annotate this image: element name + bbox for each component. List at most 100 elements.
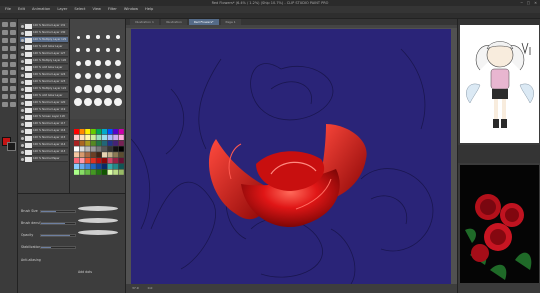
color-swatch[interactable] <box>74 169 79 175</box>
tool-icon[interactable] <box>10 86 16 91</box>
color-swatch[interactable] <box>102 140 107 146</box>
color-swatch[interactable] <box>74 163 79 169</box>
brush-size-preset[interactable] <box>96 35 100 39</box>
eye-icon[interactable] <box>21 129 24 133</box>
fill-icon[interactable] <box>10 30 16 35</box>
eye-icon[interactable] <box>21 38 24 42</box>
eye-icon[interactable] <box>21 143 24 147</box>
pen-icon[interactable] <box>2 22 8 27</box>
color-swatch[interactable] <box>118 169 124 175</box>
brush-size-preset[interactable] <box>84 85 92 93</box>
color-swatch[interactable] <box>74 146 79 152</box>
brush-size-preset[interactable] <box>104 85 112 93</box>
add-dots-label[interactable]: Add dots <box>78 270 92 274</box>
tool-icon[interactable] <box>2 94 8 99</box>
color-swatch[interactable] <box>79 152 85 158</box>
color-swatch[interactable] <box>90 146 96 152</box>
color-swatch[interactable] <box>96 146 102 152</box>
density-slider[interactable] <box>40 222 76 225</box>
color-swatch[interactable] <box>118 152 124 158</box>
color-swatch[interactable] <box>118 134 124 140</box>
color-swatch[interactable] <box>113 134 119 140</box>
brush-size-preset[interactable] <box>95 47 101 53</box>
color-swatch[interactable] <box>107 146 113 152</box>
layer-row[interactable]: 100 % Normal Paper <box>20 156 68 162</box>
layer-row[interactable]: 100 % Multiply Layer 129 <box>20 37 68 43</box>
eye-icon[interactable] <box>21 31 24 35</box>
color-swatch[interactable] <box>79 169 85 175</box>
color-swatch[interactable] <box>96 134 102 140</box>
brush-icon[interactable] <box>10 22 16 27</box>
color-swatch[interactable] <box>113 169 119 175</box>
color-swatch[interactable] <box>79 140 85 146</box>
color-swatch[interactable] <box>85 152 91 158</box>
eye-icon[interactable] <box>21 80 24 84</box>
color-swatch[interactable] <box>107 163 113 169</box>
layer-row[interactable]: 100 % Normal Layer 123 <box>20 79 68 85</box>
layer-row[interactable]: 100 % Normal Layer 116 <box>20 128 68 134</box>
layer-row[interactable]: 100 % Normal Layer 120 <box>20 100 68 106</box>
eye-icon[interactable] <box>21 150 24 154</box>
tool-icon[interactable] <box>2 62 8 67</box>
color-swatch[interactable] <box>90 158 96 164</box>
color-grid[interactable] <box>70 119 126 193</box>
eye-icon[interactable] <box>21 122 24 126</box>
sub-color-swatch[interactable] <box>7 142 16 151</box>
menu-help[interactable]: Help <box>145 6 153 13</box>
color-swatch[interactable] <box>74 158 79 164</box>
color-swatch[interactable] <box>118 163 124 169</box>
tool-icon[interactable] <box>10 62 16 67</box>
layer-row[interactable]: 100 % Add Glow Layer 121 <box>20 93 68 103</box>
brush-size-preset[interactable] <box>93 97 103 107</box>
color-swatch[interactable] <box>85 140 91 146</box>
layer-row[interactable]: 100 % Normal Layer 114 <box>20 142 68 148</box>
color-swatch[interactable] <box>79 134 85 140</box>
color-swatch[interactable] <box>74 129 79 135</box>
tool-icon[interactable] <box>2 70 8 75</box>
brush-size-preset[interactable] <box>85 60 91 66</box>
layer-row[interactable]: 100 % Normal Layer 131 <box>20 23 68 29</box>
brush-size-preset[interactable] <box>115 47 121 53</box>
color-swatch[interactable] <box>79 129 85 135</box>
color-swatch[interactable] <box>113 140 119 146</box>
opacity-slider[interactable] <box>40 234 76 237</box>
eye-icon[interactable] <box>21 108 24 112</box>
eye-icon[interactable] <box>21 24 24 28</box>
color-swatch[interactable] <box>79 146 85 152</box>
tool-icon[interactable] <box>10 94 16 99</box>
menu-filter[interactable]: Filter <box>108 6 117 13</box>
color-swatch[interactable] <box>96 152 102 158</box>
color-swatch[interactable] <box>90 140 96 146</box>
color-swatch[interactable] <box>102 169 107 175</box>
color-swatch[interactable] <box>113 158 119 164</box>
tool-icon[interactable] <box>10 70 16 75</box>
color-swatch[interactable] <box>96 158 102 164</box>
color-swatch[interactable] <box>74 140 79 146</box>
color-swatch[interactable] <box>113 152 119 158</box>
tool-icon[interactable] <box>2 102 8 107</box>
eye-icon[interactable] <box>21 94 24 98</box>
layer-row[interactable]: 100 % Normal Layer 127 <box>20 51 68 57</box>
brush-size-preset[interactable] <box>84 72 92 80</box>
color-swatch[interactable] <box>74 134 79 140</box>
menu-edit[interactable]: Edit <box>18 6 25 13</box>
color-swatch[interactable] <box>107 158 113 164</box>
layer-row[interactable]: 100 % Add Glow Layer 125 <box>20 65 68 75</box>
eye-icon[interactable] <box>21 87 24 91</box>
color-swatch[interactable] <box>90 134 96 140</box>
stabilization-slider[interactable] <box>40 246 76 249</box>
brush-size-preset[interactable] <box>74 85 82 93</box>
eye-icon[interactable] <box>21 101 24 105</box>
layer-row[interactable]: 100 % Screen Layer 118 <box>20 114 68 120</box>
eye-icon[interactable] <box>21 66 24 70</box>
layer-row[interactable]: 100 % Normal Layer 117 <box>20 121 68 127</box>
color-swatch[interactable] <box>90 169 96 175</box>
color-swatch[interactable] <box>74 152 79 158</box>
brush-size-preset[interactable] <box>75 60 81 66</box>
brush-size-preset[interactable] <box>114 72 122 80</box>
color-swatch[interactable] <box>118 158 124 164</box>
color-swatch[interactable] <box>85 129 91 135</box>
color-swatch[interactable] <box>85 163 91 169</box>
brush-size-preset[interactable] <box>105 60 111 66</box>
color-swatch[interactable] <box>113 146 119 152</box>
